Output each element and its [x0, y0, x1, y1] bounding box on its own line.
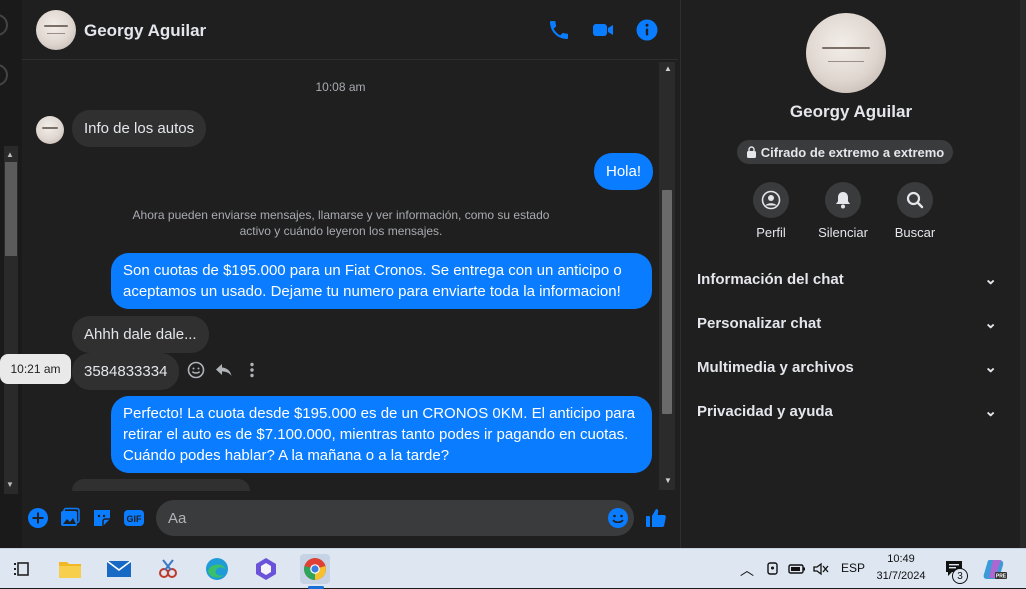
chat-info-panel: Georgy Aguilar Cifrado de extremo a extr…	[680, 0, 1020, 548]
section-customize-chat[interactable]: Personalizar chat ⌄	[697, 312, 997, 334]
encryption-label: Cifrado de extremo a extremo	[760, 144, 945, 160]
system-clock[interactable]: 10:49 31/7/2024	[862, 551, 940, 585]
partial-message-bubble[interactable]	[72, 479, 250, 491]
profile-icon	[761, 190, 781, 210]
encryption-badge[interactable]: Cifrado de extremo a extremo	[737, 140, 953, 164]
messenger-window: ▲ ▼ Georgy Aguilar 10:08 am Info de los …	[0, 0, 1026, 548]
chevron-down-icon: ⌄	[984, 359, 997, 376]
window-edge	[1020, 0, 1026, 548]
clock-date: 31/7/2024	[876, 570, 926, 582]
battery-icon[interactable]	[788, 561, 806, 577]
taskbar: ︿ ESP 10:49 31/7/2024 3 PRE	[0, 548, 1026, 589]
message-bubble-outgoing[interactable]: Hola!	[594, 153, 654, 190]
scroll-down-arrow-icon[interactable]: ▼	[664, 476, 672, 485]
emoji-icon[interactable]	[606, 506, 630, 530]
message-timestamp: 10:08 am	[315, 80, 366, 94]
show-hidden-icons-chevron-icon[interactable]: ︿	[740, 560, 754, 580]
snipping-tool-icon[interactable]	[153, 554, 183, 584]
profile-button[interactable]: Perfil	[731, 182, 811, 240]
copilot-preview-icon[interactable]: PRE	[983, 558, 1007, 580]
section-label: Información del chat	[697, 270, 844, 288]
left-scrollbar-thumb[interactable]	[5, 162, 17, 256]
chat-header: Georgy Aguilar	[22, 0, 678, 60]
mail-icon[interactable]	[104, 554, 134, 584]
message-bubble-outgoing[interactable]: Perfecto! La cuota desde $195.000 es de …	[111, 396, 652, 473]
meet-now-icon[interactable]	[765, 561, 781, 577]
panel-contact-name: Georgy Aguilar	[789, 102, 913, 121]
section-label: Privacidad y ayuda	[697, 402, 833, 420]
scroll-up-arrow-icon[interactable]: ▲	[6, 150, 14, 159]
contact-avatar[interactable]	[36, 10, 76, 50]
search-label: Buscar	[894, 225, 936, 240]
gif-icon[interactable]: GIF	[122, 506, 146, 530]
chrome-browser-icon[interactable]	[300, 554, 330, 584]
contact-name[interactable]: Georgy Aguilar	[84, 21, 206, 41]
section-label: Personalizar chat	[697, 314, 822, 332]
reply-icon[interactable]	[214, 360, 234, 380]
clock-time: 10:49	[887, 553, 915, 565]
lock-icon	[746, 146, 756, 158]
more-options-icon[interactable]	[242, 360, 262, 380]
chevron-down-icon: ⌄	[984, 271, 997, 288]
svg-text:GIF: GIF	[127, 514, 143, 524]
chevron-down-icon: ⌄	[984, 315, 997, 332]
edge-browser-icon[interactable]	[202, 554, 232, 584]
section-privacy-help[interactable]: Privacidad y ayuda ⌄	[697, 400, 997, 422]
message-bubble-outgoing[interactable]: Son cuotas de $195.000 para un Fiat Cron…	[111, 253, 652, 309]
message-bubble-incoming[interactable]: 3584833334	[72, 353, 180, 390]
chat-scrollbar-thumb[interactable]	[662, 190, 672, 414]
chat-area: Georgy Aguilar 10:08 am Info de los auto…	[22, 0, 678, 548]
file-explorer-icon[interactable]	[55, 554, 85, 584]
svg-text:PRE: PRE	[996, 574, 1007, 580]
notification-count-badge: 3	[952, 568, 968, 584]
phone-icon[interactable]	[547, 18, 571, 42]
chevron-down-icon: ⌄	[984, 403, 997, 420]
mute-button[interactable]: Silenciar	[803, 182, 883, 240]
sticker-icon[interactable]	[90, 506, 114, 530]
volume-muted-icon[interactable]	[812, 561, 830, 577]
message-bubble-incoming[interactable]: Ahhh dale dale...	[72, 316, 209, 353]
bell-icon	[836, 192, 850, 209]
like-thumb-icon[interactable]	[644, 506, 668, 530]
mute-label: Silenciar	[818, 225, 868, 240]
react-emoji-icon[interactable]	[186, 360, 206, 380]
scroll-up-arrow-icon[interactable]: ▲	[664, 64, 672, 73]
info-icon[interactable]	[635, 18, 659, 42]
search-icon	[906, 191, 924, 209]
section-label: Multimedia y archivos	[697, 358, 854, 376]
add-icon[interactable]	[26, 506, 50, 530]
sender-avatar[interactable]	[36, 116, 64, 144]
copilot-icon[interactable]	[251, 554, 281, 584]
profile-label: Perfil	[756, 225, 786, 240]
partial-avatar[interactable]	[0, 14, 8, 36]
message-time-tooltip: 10:21 am	[0, 354, 71, 384]
section-chat-info[interactable]: Información del chat ⌄	[697, 268, 997, 290]
message-input-box[interactable]	[156, 500, 634, 536]
scroll-down-arrow-icon[interactable]: ▼	[6, 480, 14, 489]
message-input[interactable]	[168, 500, 588, 536]
task-view-icon[interactable]	[6, 554, 36, 584]
message-bubble-incoming[interactable]: Info de los autos	[72, 110, 207, 147]
search-button[interactable]: Buscar	[875, 182, 955, 240]
video-camera-icon[interactable]	[591, 18, 615, 42]
partial-avatar[interactable]	[0, 64, 8, 86]
gallery-icon[interactable]	[58, 506, 82, 530]
left-strip: ▲ ▼	[0, 0, 22, 548]
system-notice: Ahora pueden enviarse mensajes, llamarse…	[132, 208, 550, 238]
panel-contact-avatar[interactable]	[806, 13, 886, 93]
section-media-files[interactable]: Multimedia y archivos ⌄	[697, 356, 997, 378]
